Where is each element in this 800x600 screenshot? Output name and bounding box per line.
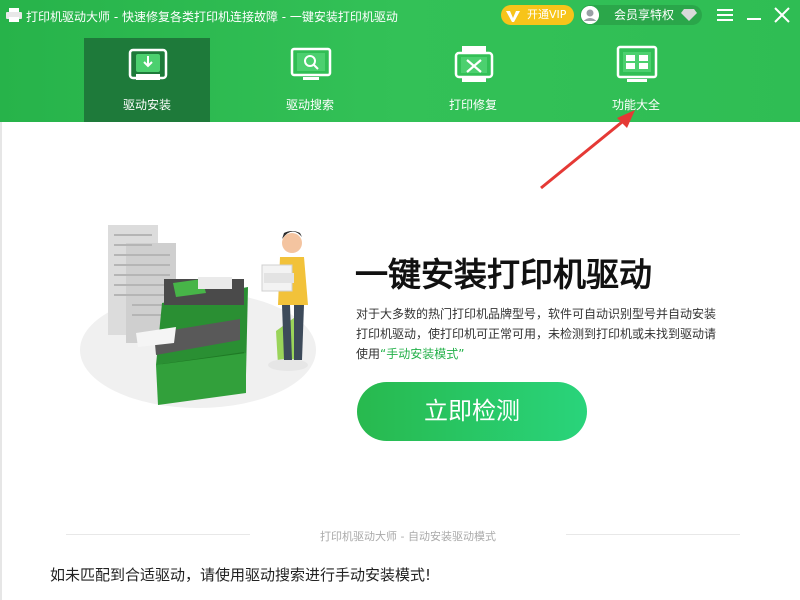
- printer-illustration: [80, 225, 316, 408]
- driver-install-icon: [128, 48, 168, 80]
- bottom-note: 如未匹配到合适驱动，请使用驱动搜索进行手动安装模式!: [50, 566, 432, 584]
- avatar-icon: [581, 6, 599, 24]
- vip-label: 开通VIP: [527, 8, 567, 21]
- manual-install-link[interactable]: “手动安装模式”: [380, 347, 464, 361]
- tab-driver-search[interactable]: 驱动搜索: [247, 38, 373, 122]
- tab-label: 打印修复: [448, 98, 497, 112]
- close-icon[interactable]: [773, 6, 791, 24]
- tab-print-repair[interactable]: 打印修复: [410, 38, 536, 122]
- driver-search-icon: [290, 47, 332, 80]
- left-edge-strip: [0, 122, 2, 600]
- vip-crown-icon: [506, 11, 520, 22]
- header-bar: 打印机驱动大师 - 快速修复各类打印机连接故障 - 一键安装打印机驱动 开通VI…: [0, 0, 800, 122]
- description-text: 对于大多数的热门打印机品牌型号，软件可自动识别型号并自动安装打印机驱动，使打印机…: [356, 304, 716, 364]
- vip-button[interactable]: 开通VIP: [501, 5, 574, 25]
- member-label: 会员享特权: [614, 8, 675, 22]
- minimize-icon[interactable]: [745, 7, 763, 23]
- red-annotation-arrow: [540, 110, 635, 190]
- all-features-icon: [616, 45, 658, 82]
- menu-icon[interactable]: [716, 7, 734, 23]
- tab-driver-install[interactable]: 驱动安装: [84, 38, 210, 122]
- detect-now-button[interactable]: 立即检测: [357, 382, 587, 441]
- page-headline: 一键安装打印机驱动: [355, 255, 652, 294]
- tab-label: 驱动安装: [122, 98, 171, 112]
- diamond-icon: [681, 9, 697, 21]
- divider-right: [566, 534, 740, 535]
- member-button[interactable]: 会员享特权: [580, 5, 702, 25]
- title-bar: 打印机驱动大师 - 快速修复各类打印机连接故障 - 一键安装打印机驱动 开通VI…: [0, 0, 800, 30]
- divider-left: [66, 534, 250, 535]
- footer-caption: 打印机驱动大师 - 自动安装驱动模式: [320, 530, 496, 543]
- window-title: 打印机驱动大师 - 快速修复各类打印机连接故障 - 一键安装打印机驱动: [26, 10, 398, 24]
- print-repair-icon: [454, 46, 494, 82]
- printer-app-icon: [6, 8, 22, 22]
- tab-label: 驱动搜索: [285, 98, 334, 112]
